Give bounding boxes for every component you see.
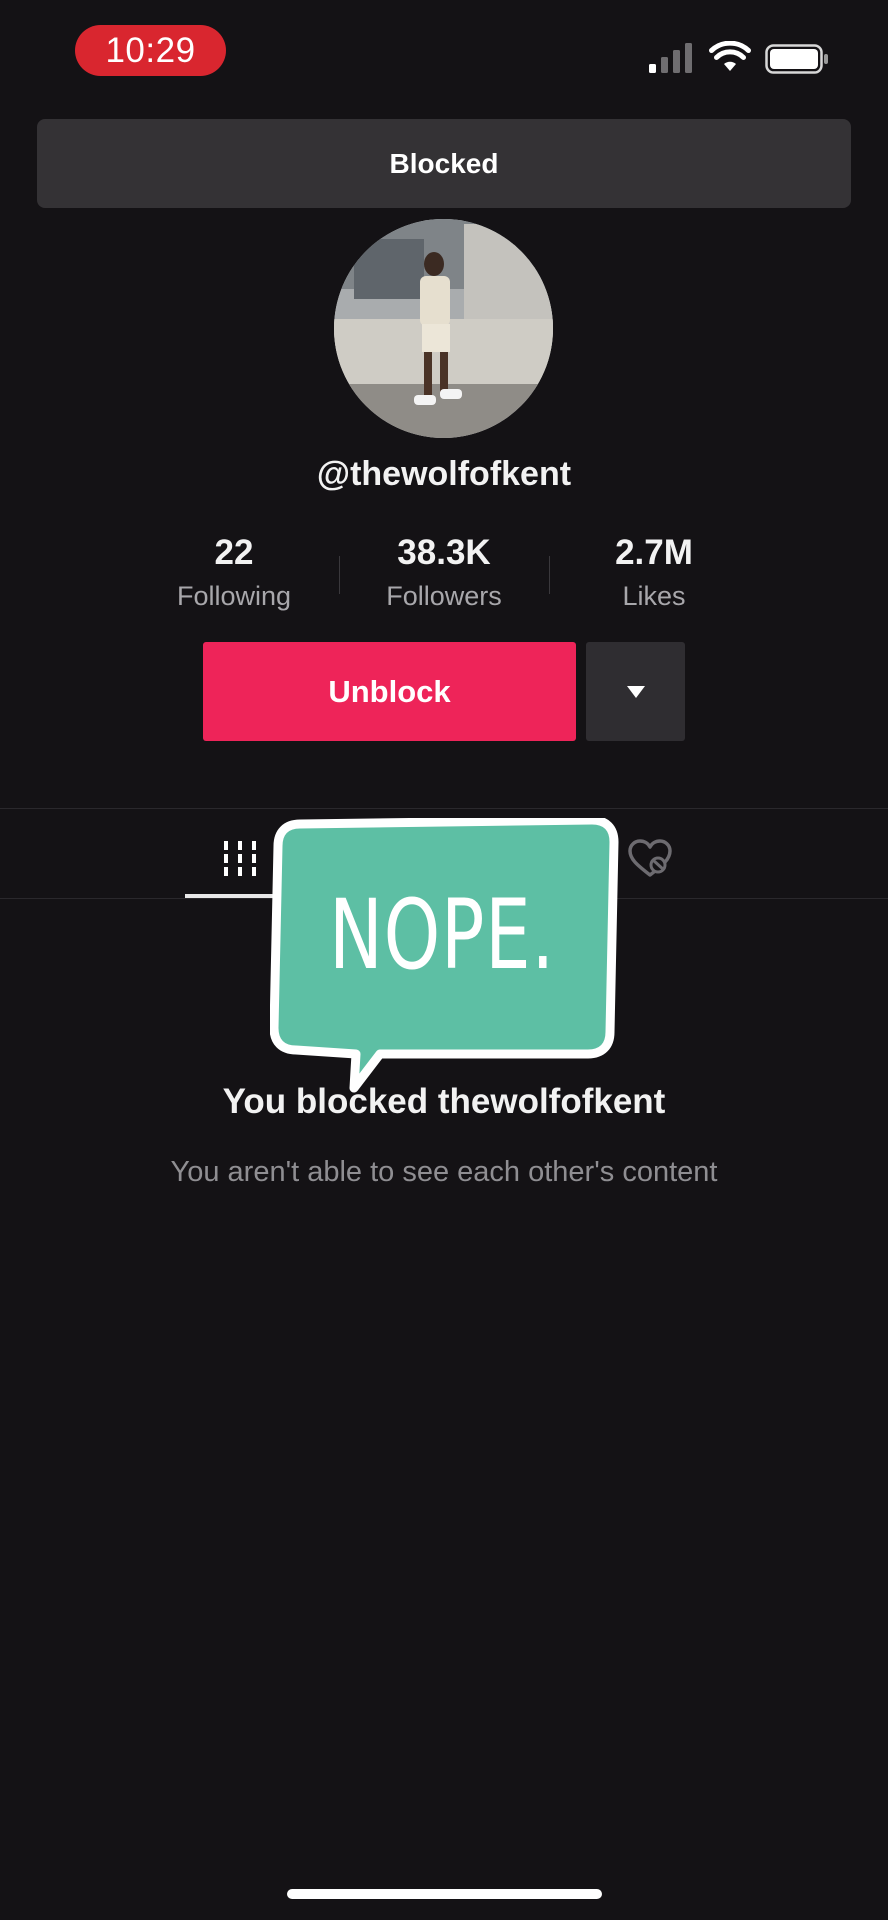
- following-label: Following: [176, 581, 292, 611]
- followers-label: Followers: [386, 581, 502, 611]
- profile-username: @thewolfofkent: [316, 455, 572, 493]
- caret-down-icon: [626, 685, 645, 698]
- stat-divider: [549, 556, 550, 594]
- stat-likes[interactable]: 2.7M Likes: [554, 530, 754, 616]
- likes-label: Likes: [622, 581, 686, 611]
- avatar-photo: [334, 219, 553, 438]
- unblock-button[interactable]: Unblock: [203, 642, 576, 741]
- sticker-text: NOPE.: [329, 880, 555, 992]
- home-indicator[interactable]: [287, 1889, 602, 1899]
- battery-icon: [765, 44, 828, 74]
- following-count: 22: [214, 533, 254, 572]
- tabs-divider: [0, 808, 888, 809]
- status-time: 10:29: [75, 25, 226, 76]
- videos-grid-icon: [224, 841, 256, 876]
- stat-followers[interactable]: 38.3K Followers: [344, 530, 544, 616]
- signal-icon: [649, 43, 692, 73]
- more-options-button[interactable]: [586, 642, 685, 741]
- liked-hidden-icon: [628, 839, 672, 877]
- blocked-banner: Blocked: [37, 119, 851, 208]
- likes-count: 2.7M: [615, 533, 693, 572]
- stat-divider: [339, 556, 340, 594]
- empty-state-title: You blocked thewolfofkent: [222, 1082, 666, 1121]
- nope-speech-bubble-sticker: NOPE.: [270, 818, 619, 1093]
- empty-state-subtitle: You aren't able to see each other's cont…: [170, 1156, 718, 1188]
- stat-following[interactable]: 22 Following: [134, 530, 334, 616]
- avatar: [334, 219, 553, 438]
- wifi-icon: [709, 41, 751, 71]
- followers-count: 38.3K: [397, 533, 491, 572]
